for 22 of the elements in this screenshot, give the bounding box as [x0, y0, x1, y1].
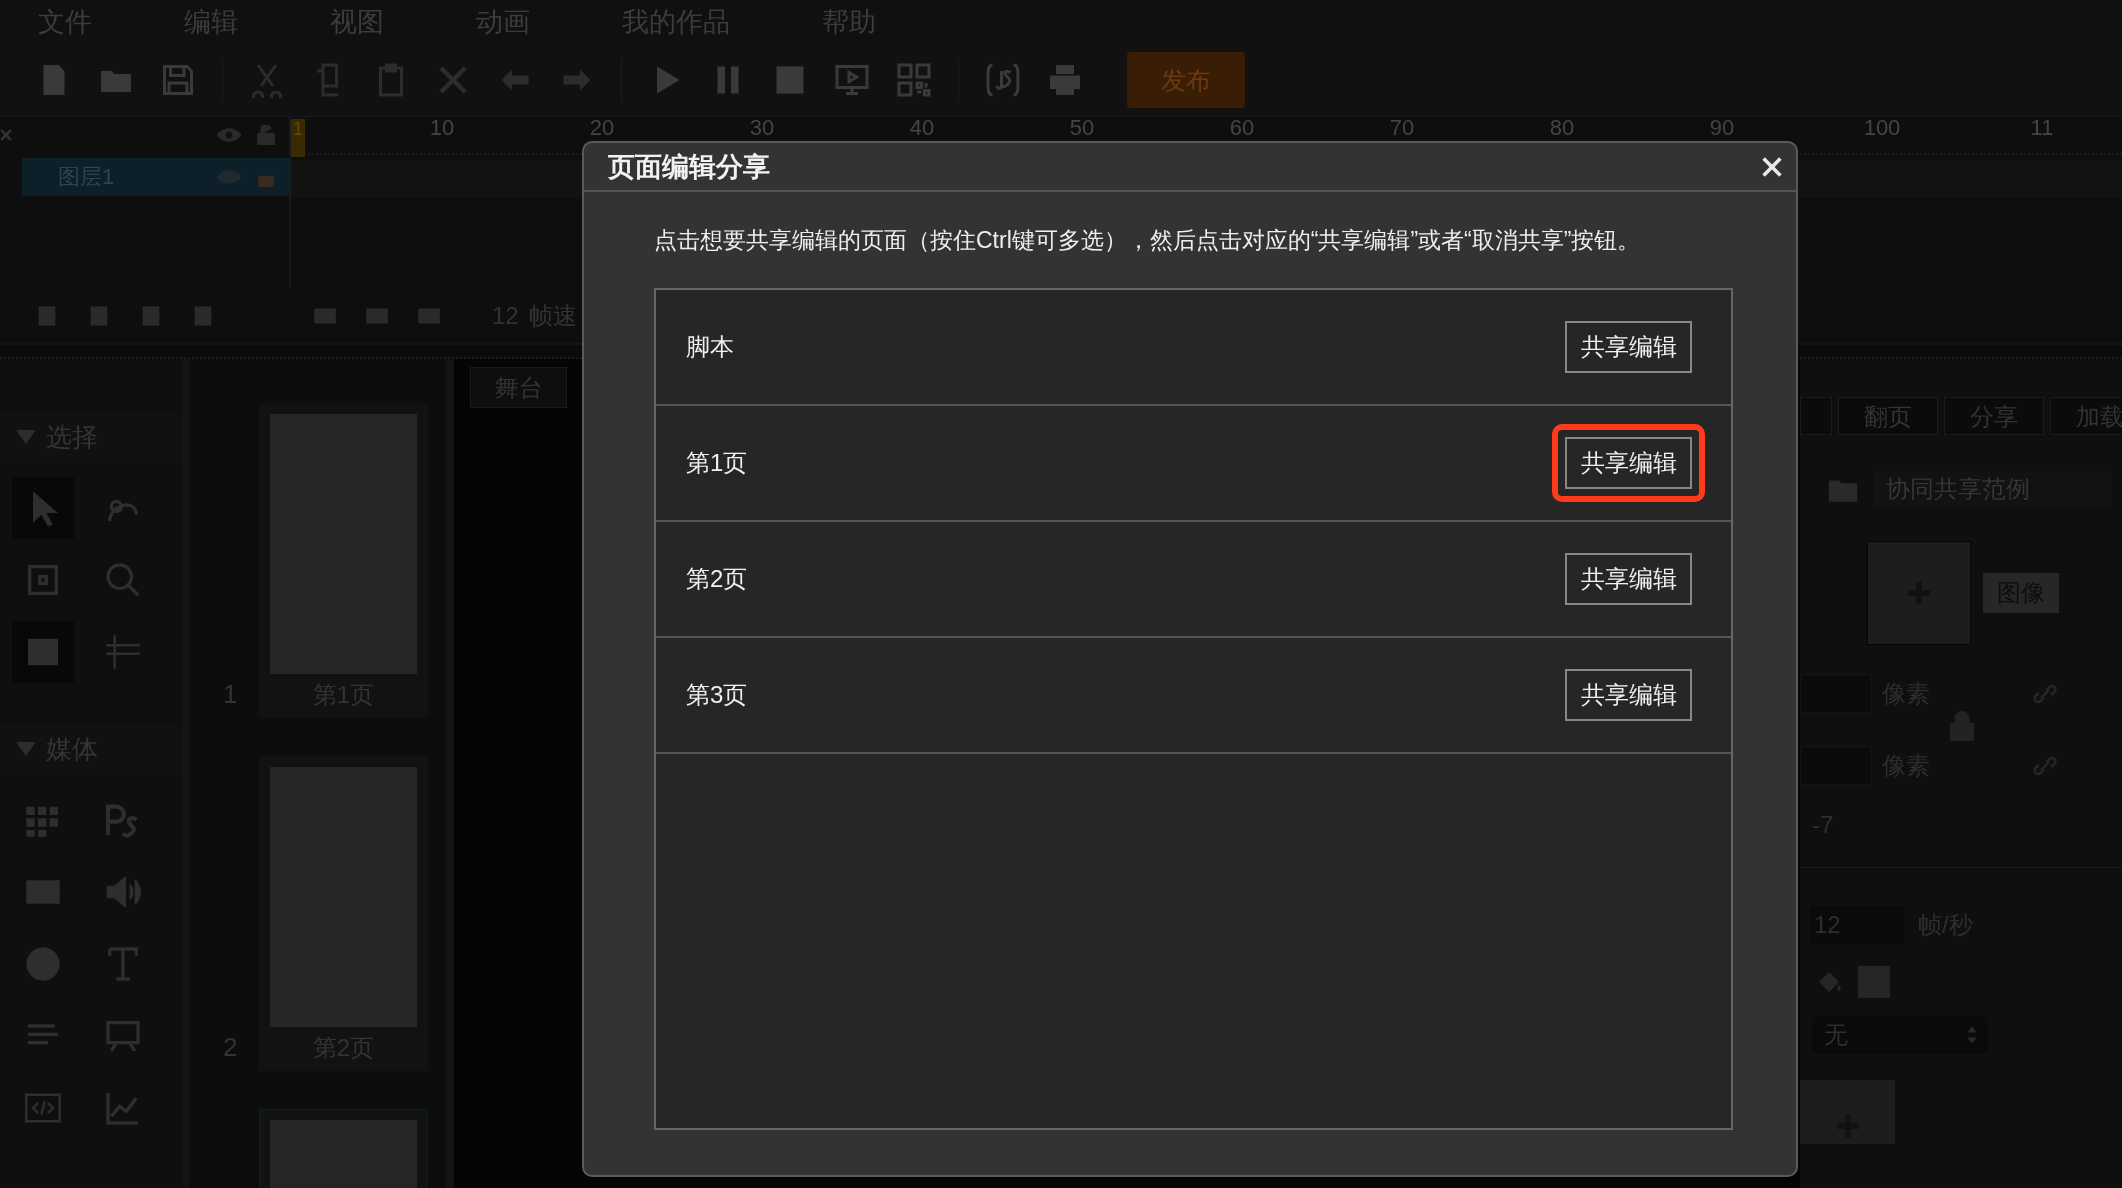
eye-icon[interactable] [215, 126, 243, 144]
add-button[interactable] [1800, 1080, 1895, 1144]
guides-icon [103, 632, 143, 672]
share-edit-button[interactable]: 共享编辑 [1565, 669, 1692, 721]
page-row[interactable]: 第2页 共享编辑 [656, 522, 1731, 638]
dialog-title: 页面编辑分享 [608, 150, 770, 184]
instruction-text: 点击想要共享编辑的页面（按住Ctrl键可多选），然后点击对应的“共享编辑”或者“取消共享”按钮。 [654, 226, 1642, 255]
qr-icon[interactable] [896, 62, 932, 98]
share-edit-button[interactable]: 共享编辑 [1565, 437, 1692, 489]
updown-icon [1966, 1025, 1978, 1045]
page-row[interactable]: 第1页 共享编辑 [656, 406, 1731, 522]
share-edit-button[interactable]: 共享编辑 [1565, 321, 1692, 373]
add-image-button[interactable] [1867, 541, 1971, 645]
printer-icon[interactable] [1047, 62, 1083, 98]
save-icon[interactable] [160, 62, 196, 98]
page-row[interactable]: 第3页 共享编辑 [656, 638, 1731, 754]
cut-icon[interactable] [249, 62, 285, 98]
js-icon[interactable] [985, 62, 1021, 98]
pointer-tool[interactable] [12, 477, 74, 539]
monitor-icon[interactable] [834, 62, 870, 98]
page-row[interactable]: 脚本 共享编辑 [656, 290, 1731, 406]
share-edit-button[interactable]: 共享编辑 [1565, 553, 1692, 605]
